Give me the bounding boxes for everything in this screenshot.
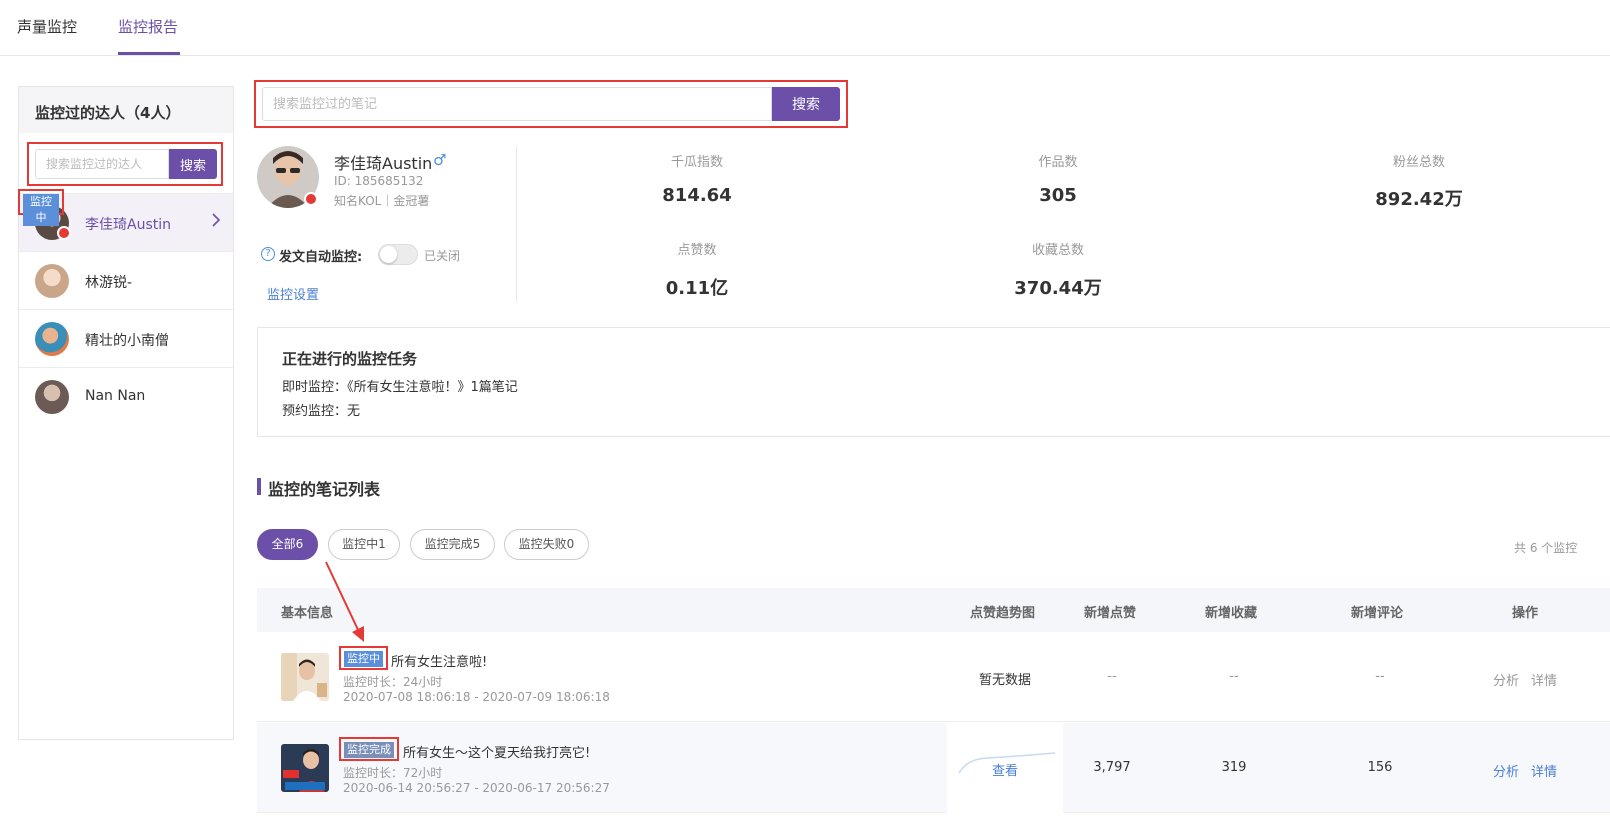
stat-label-works: 作品数 (1038, 155, 1078, 170)
note-time-range: 2020-07-08 18:06:18 - 2020-07-09 18:06:1… (343, 690, 610, 704)
kol-name: 李佳琦Austin (85, 217, 171, 233)
stat-value-fans: 892.42万 (1375, 189, 1463, 210)
note-time-range: 2020-06-14 20:56:27 - 2020-06-17 20:56:2… (343, 781, 610, 795)
section-accent-bar (257, 478, 261, 495)
stat-label-likes: 点赞数 (677, 243, 717, 258)
note-search-button[interactable]: 搜索 (772, 87, 840, 121)
tab-monitor-report[interactable]: 监控报告 (118, 16, 178, 37)
avatar (35, 380, 69, 414)
avatar (35, 322, 69, 356)
kol-list-title: 监控过的达人（4人） (35, 104, 181, 122)
col-actions: 操作 (1512, 606, 1539, 621)
verified-icon (57, 226, 71, 240)
new-likes-value: 3,797 (1093, 760, 1131, 775)
detail-link[interactable]: 详情 (1531, 761, 1557, 780)
avatar (35, 264, 69, 298)
male-icon: ♂ (433, 151, 447, 169)
toggle-knob (380, 246, 397, 263)
instant-monitor-line: 即时监控：《所有女生注意啦！》1篇笔记 (282, 380, 518, 395)
kol-list-panel: 监控过的达人（4人） 搜索 李佳琦Austin 监控中 林游锐- 精壮的小南僧 … (18, 86, 234, 740)
col-like-trend: 点赞趋势图 (970, 606, 1036, 621)
auto-monitor-toggle[interactable] (378, 244, 418, 265)
note-title[interactable]: 所有女生～这个夏天给我打亮它! (403, 742, 590, 761)
stat-value-collects: 370.44万 (1014, 278, 1102, 299)
stat-value-likes: 0.11亿 (665, 278, 729, 299)
note-duration: 监控时长：72小时 (343, 766, 443, 780)
profile-id: ID: 185685132 (334, 174, 424, 188)
status-badge: 监控完成 (344, 742, 394, 758)
col-new-collects: 新增收藏 (1205, 606, 1258, 621)
new-comments-value: -- (1375, 669, 1385, 684)
note-thumbnail (281, 744, 329, 792)
new-collects-value: 319 (1221, 760, 1247, 775)
auto-monitor-label: 发文自动监控: (279, 250, 363, 265)
profile-name: 李佳琦Austin (334, 154, 433, 173)
scheduled-monitor-line: 预约监控：无 (282, 404, 361, 419)
chevron-right-icon (211, 212, 221, 232)
notes-list-title: 监控的笔记列表 (268, 480, 381, 499)
table-row: 监控中 所有女生注意啦! 监控时长：24小时 2020-07-08 18:06:… (257, 632, 1610, 722)
trend-no-data: 暂无数据 (978, 673, 1031, 688)
toggle-state: 已关闭 (424, 249, 461, 263)
active-tasks-panel: 正在进行的监控任务 即时监控：《所有女生注意啦！》1篇笔记 预约监控：无 (257, 327, 1610, 437)
note-title[interactable]: 所有女生注意啦! (391, 651, 487, 670)
stat-label-qiangua-index: 千瓜指数 (670, 155, 723, 170)
new-likes-value: -- (1107, 669, 1117, 684)
kol-search-input[interactable] (35, 149, 169, 179)
note-search-input[interactable] (262, 87, 772, 121)
analyze-link[interactable]: 分析 (1493, 761, 1519, 780)
active-tab-indicator (118, 52, 180, 55)
tab-volume-monitor[interactable]: 声量监控 (17, 16, 77, 37)
stat-label-collects: 收藏总数 (1031, 243, 1084, 258)
kol-item-jingzhuang[interactable]: 精壮的小南僧 (19, 309, 233, 367)
table-row: 监控完成 所有女生～这个夏天给我打亮它! 监控时长：72小时 2020-06-1… (257, 723, 1610, 813)
status-badge: 监控中 (344, 651, 383, 667)
filter-failed[interactable]: 监控失败0 (504, 529, 589, 560)
view-trend-link[interactable]: 查看 (957, 760, 1053, 779)
stat-value-works: 305 (1039, 185, 1077, 206)
top-tab-bar (0, 0, 1610, 56)
monitor-settings-link[interactable]: 监控设置 (267, 284, 319, 303)
filter-all[interactable]: 全部6 (257, 529, 318, 560)
monitoring-badge-highlight: 监控中 (18, 189, 64, 226)
kol-item-nannan[interactable]: Nan Nan (19, 367, 233, 425)
filter-completed[interactable]: 监控完成5 (410, 529, 495, 560)
new-comments-value: 156 (1367, 760, 1393, 775)
analyze-link[interactable]: 分析 (1493, 670, 1519, 689)
monitoring-badge: 监控中 (23, 194, 59, 226)
kol-item-lin[interactable]: 林游锐- (19, 251, 233, 309)
help-icon[interactable]: ? (261, 247, 275, 261)
profile-divider (516, 146, 517, 302)
note-thumbnail (281, 653, 329, 701)
kol-name: 林游锐- (85, 275, 133, 291)
kol-list-header: 监控过的达人（4人） (19, 87, 233, 133)
col-new-comments: 新增评论 (1351, 606, 1404, 621)
status-badge-highlight: 监控完成 (339, 737, 399, 761)
note-duration: 监控时长：24小时 (343, 675, 443, 689)
detail-link[interactable]: 详情 (1531, 670, 1557, 689)
col-new-likes: 新增点赞 (1084, 606, 1137, 621)
profile-tags: 知名KOL｜金冠薯 (334, 194, 430, 208)
new-collects-value: -- (1229, 669, 1239, 684)
kol-search-button[interactable]: 搜索 (169, 149, 217, 179)
annotation-arrow-icon (325, 561, 364, 642)
stat-value-qiangua-index: 814.64 (662, 185, 732, 206)
verified-icon (304, 192, 318, 206)
status-badge-highlight: 监控中 (339, 646, 388, 670)
active-tasks-title: 正在进行的监控任务 (282, 350, 418, 368)
kol-name: 精壮的小南僧 (85, 333, 169, 349)
stat-label-fans: 粉丝总数 (1392, 155, 1445, 170)
total-count: 共 6 个监控 (1514, 541, 1578, 555)
kol-name: Nan Nan (85, 388, 146, 404)
notes-table-header: 基本信息 点赞趋势图 新增点赞 新增收藏 新增评论 操作 (257, 588, 1610, 632)
like-trend-cell: 查看 (947, 723, 1063, 813)
